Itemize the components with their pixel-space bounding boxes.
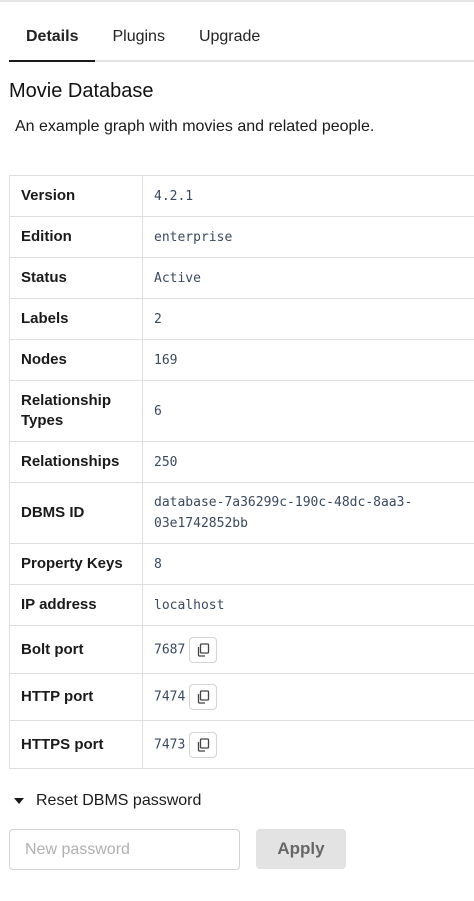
detail-key: HTTPS port	[9, 720, 143, 769]
detail-value: 8	[142, 543, 474, 585]
detail-value: 6	[142, 380, 474, 442]
tab-upgrade[interactable]: Upgrade	[182, 18, 277, 60]
database-description: An example graph with movies and related…	[15, 118, 375, 135]
database-title: Movie Database	[9, 80, 154, 102]
table-row: Relationships 250	[9, 441, 474, 483]
detail-value-cell: 7687	[142, 625, 474, 674]
copy-icon	[198, 642, 210, 657]
detail-value: 4.2.1	[154, 188, 194, 204]
tab-plugins[interactable]: Plugins	[95, 18, 181, 60]
detail-key: Edition	[9, 216, 143, 258]
http-port-value: 7474	[154, 689, 186, 705]
detail-key: Property Keys	[9, 543, 143, 585]
reset-password-toggle[interactable]: Reset DBMS password	[9, 792, 201, 810]
top-divider	[0, 0, 474, 2]
caret-down-icon	[14, 798, 24, 804]
details-table: Version 4.2.1 Edition enterprise Status Act…	[9, 175, 474, 769]
detail-value: Active	[142, 257, 474, 299]
https-port-value: 7473	[154, 737, 186, 752]
table-row: IP address localhost	[9, 584, 474, 626]
table-row: Version 4.2.1	[9, 175, 474, 217]
table-row: Status Active	[9, 257, 474, 299]
reset-password-label: Reset DBMS password	[36, 792, 202, 809]
table-row: DBMS ID database-7a36299c-190c-48dc-8aa3-…	[9, 482, 474, 544]
detail-value: enterprise	[142, 216, 474, 258]
detail-key: Status	[9, 257, 143, 299]
table-row: Labels 2	[9, 298, 474, 340]
table-row: HTTP port 7474	[9, 673, 474, 721]
detail-value-cell: 7473	[142, 720, 474, 769]
detail-value: localhost	[142, 584, 474, 626]
table-row: Property Keys 8	[9, 543, 474, 585]
table-row: Bolt port 7687	[9, 625, 474, 674]
detail-key: Relationships	[9, 441, 143, 483]
apply-button[interactable]: Apply	[256, 829, 346, 869]
table-row: Edition enterprise	[9, 216, 474, 258]
bolt-port-value: 7687	[154, 642, 186, 657]
tab-details[interactable]: Details	[9, 18, 96, 62]
detail-value: 169	[142, 339, 474, 381]
detail-key: Nodes	[9, 339, 143, 381]
copy-icon	[198, 690, 210, 704]
detail-key: HTTP port	[9, 673, 143, 721]
copy-http-port-button[interactable]	[189, 684, 218, 710]
detail-value: database-7a36299c-190c-48dc-8aa3-03e1742…	[142, 482, 474, 544]
new-password-input[interactable]	[9, 829, 240, 870]
tab-bar: Details Plugins Upgrade	[9, 18, 474, 62]
copy-icon	[198, 737, 210, 752]
detail-key: Labels	[9, 298, 143, 340]
detail-key: IP address	[9, 584, 143, 626]
detail-key: Bolt port	[9, 625, 143, 674]
detail-key: Relationship Types	[9, 380, 143, 442]
detail-value-cell: 7474	[142, 673, 474, 721]
copy-bolt-port-button[interactable]	[189, 636, 218, 663]
detail-value: 250	[142, 441, 474, 483]
detail-key: DBMS ID	[9, 482, 143, 544]
detail-key: Version	[9, 175, 143, 217]
table-row: HTTPS port 7473	[9, 720, 474, 769]
copy-https-port-button[interactable]	[189, 731, 218, 758]
table-row: Nodes 169	[9, 339, 474, 381]
table-row: Relationship Types 6	[9, 380, 474, 442]
detail-value: 2	[142, 298, 474, 340]
